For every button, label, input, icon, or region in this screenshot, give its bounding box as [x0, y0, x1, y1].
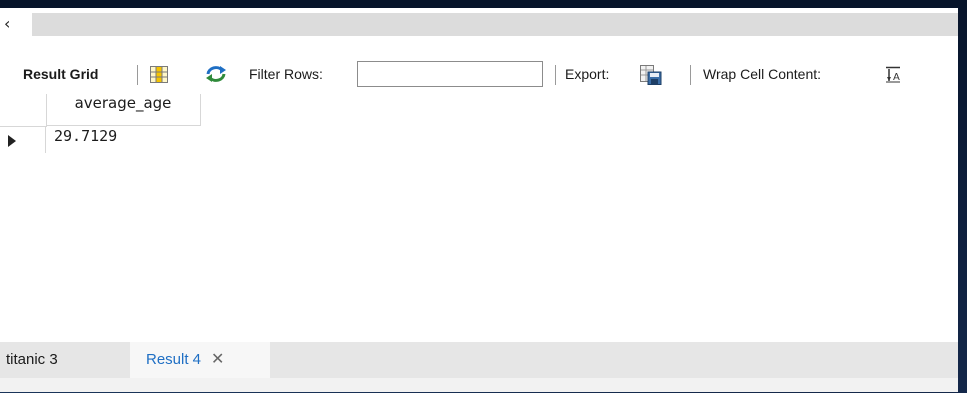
top-strip: ‹ — [0, 8, 958, 42]
toolbar-divider — [555, 65, 556, 85]
grid-cell[interactable]: 29.7129 — [46, 127, 201, 153]
result-grid: average_age 29.7129 — [0, 94, 958, 334]
tab-result-4[interactable]: Result 4 ✕ — [130, 342, 270, 378]
chevron-left-icon[interactable]: ‹ — [4, 14, 24, 34]
refresh-icon[interactable] — [205, 65, 227, 83]
toolbar-divider — [690, 65, 691, 85]
grid-view-icon[interactable] — [150, 66, 168, 83]
result-tab-bar: titanic 3 Result 4 ✕ — [0, 342, 958, 378]
close-icon[interactable]: ✕ — [211, 342, 224, 378]
export-label: Export: — [565, 66, 610, 82]
filter-rows-label: Filter Rows: — [249, 66, 323, 82]
row-selector[interactable] — [0, 127, 46, 153]
column-header[interactable]: average_age — [46, 94, 201, 126]
row-number-header — [0, 94, 47, 127]
wrap-text-icon[interactable]: A — [885, 66, 901, 83]
svg-text:A: A — [893, 72, 900, 83]
result-panel: ‹ Result Grid Filter Rows: Export: Wrap … — [0, 8, 958, 392]
tab-label: titanic 3 — [6, 351, 58, 368]
status-strip — [0, 378, 958, 392]
export-icon[interactable] — [640, 65, 662, 85]
tab-titanic-3[interactable]: titanic 3 — [0, 342, 130, 378]
current-row-arrow-icon — [8, 135, 16, 147]
tab-label: Result 4 — [146, 351, 202, 368]
result-toolbar: Result Grid Filter Rows: Export: Wrap Ce… — [0, 58, 958, 90]
result-grid-label: Result Grid — [23, 66, 99, 82]
toolbar-divider — [137, 65, 138, 85]
horizontal-scrollbar[interactable] — [32, 13, 958, 36]
filter-rows-input[interactable] — [357, 61, 543, 87]
wrap-cell-content-label: Wrap Cell Content: — [703, 66, 822, 82]
